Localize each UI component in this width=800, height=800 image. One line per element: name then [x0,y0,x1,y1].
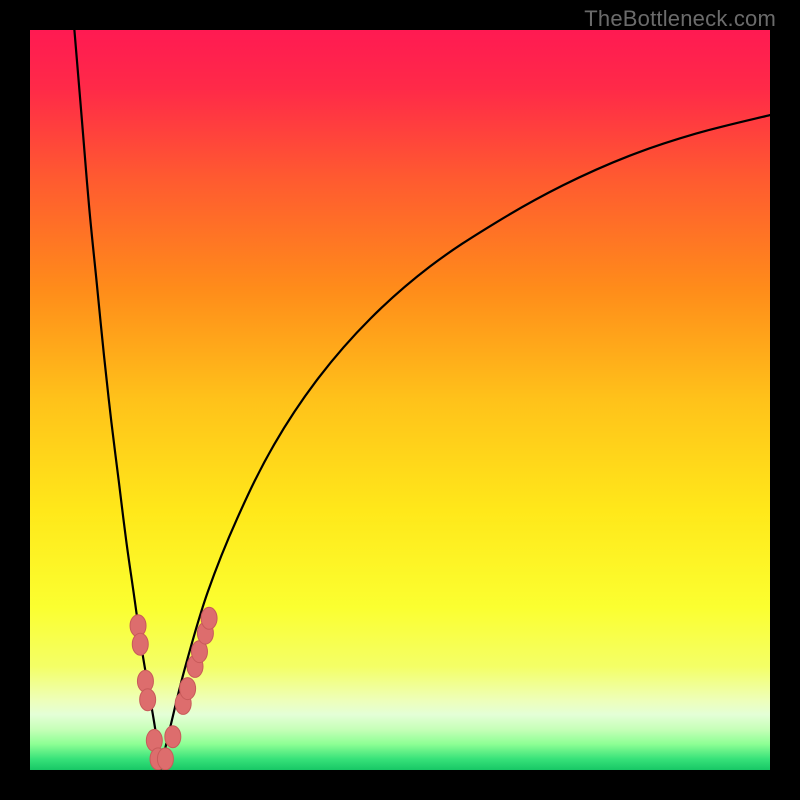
data-marker [201,607,217,629]
data-marker [157,748,173,770]
watermark-text: TheBottleneck.com [584,6,776,32]
curve-right-branch [160,115,770,770]
plot-area [30,30,770,770]
curve-left-branch [74,30,160,770]
data-marker [132,633,148,655]
data-marker [140,689,156,711]
highlighted-points [130,607,217,770]
curves-layer [30,30,770,770]
data-marker [165,726,181,748]
data-marker [180,678,196,700]
chart-frame: TheBottleneck.com [0,0,800,800]
